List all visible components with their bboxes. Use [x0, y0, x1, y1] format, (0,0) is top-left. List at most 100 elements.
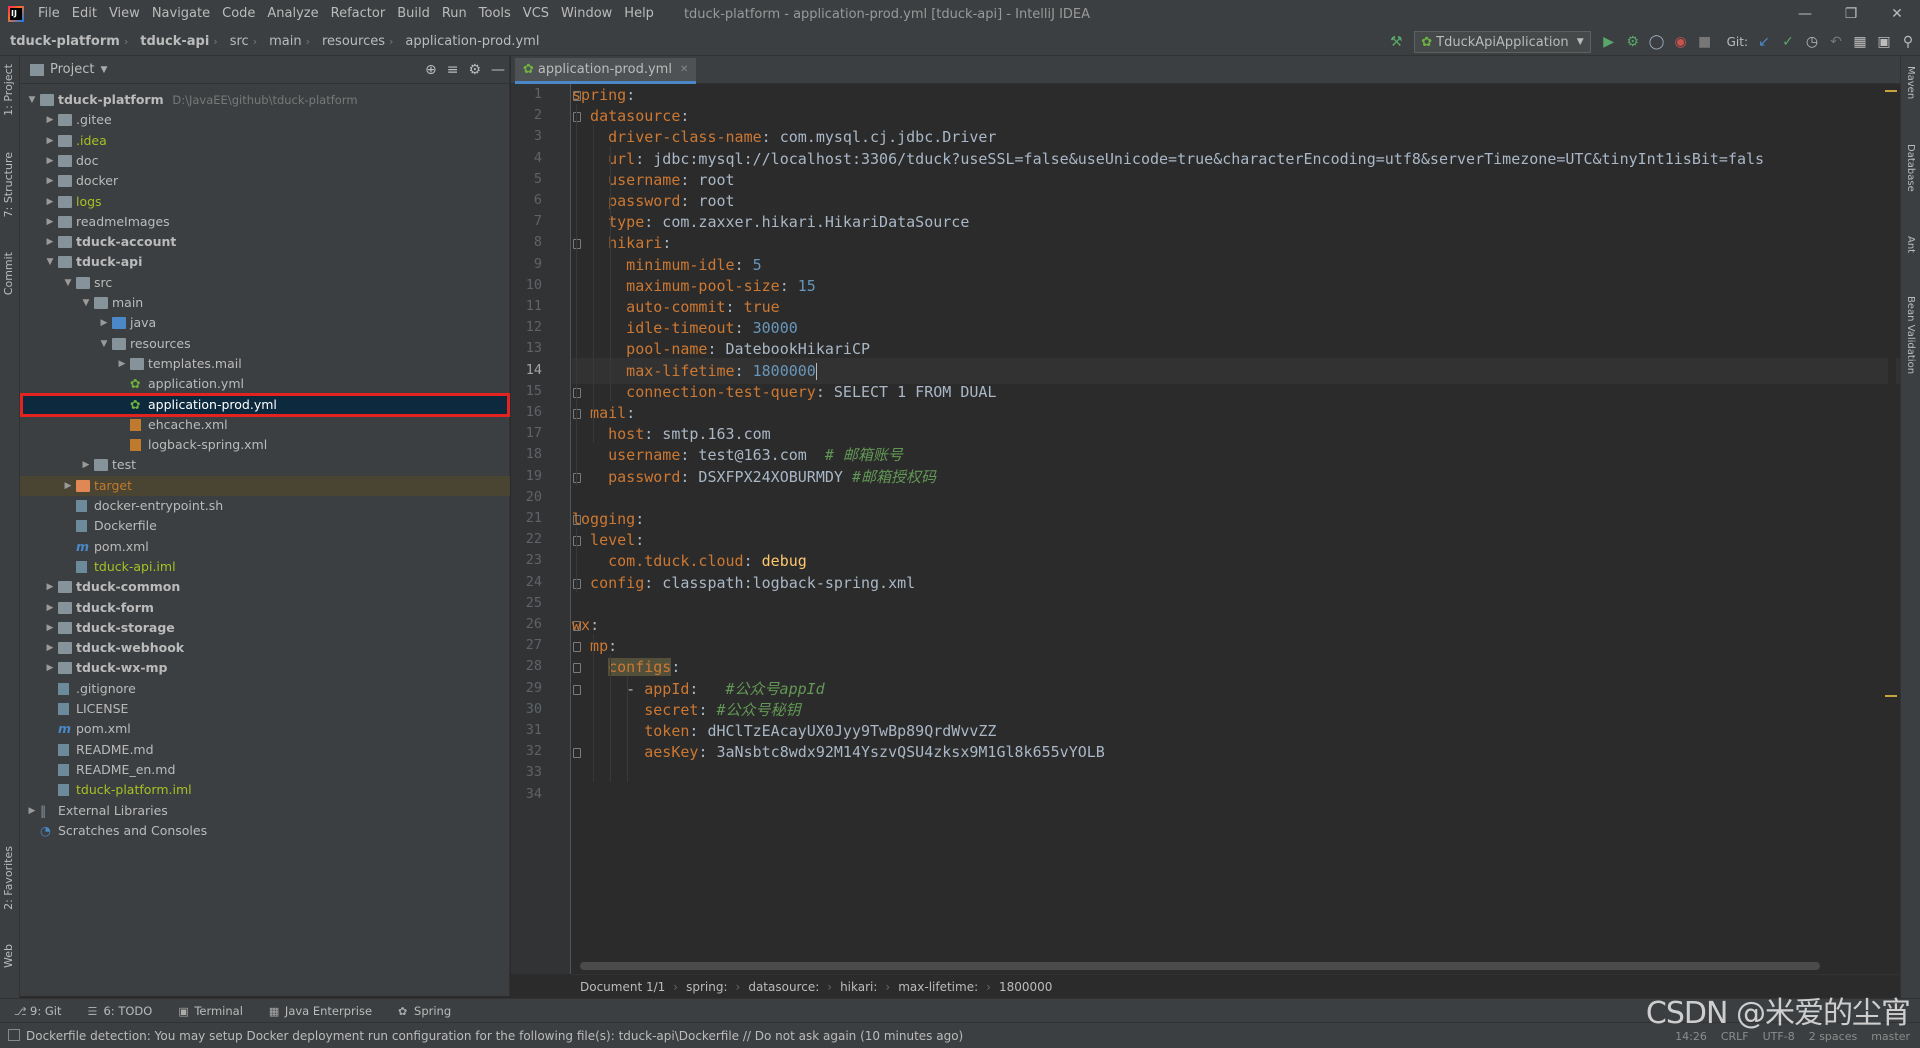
expand-arrow-closed-icon[interactable]: ▶	[44, 638, 56, 658]
tree-item[interactable]: ▶ tduck-webhook	[20, 638, 510, 658]
presentation-icon[interactable]: ▣	[1872, 30, 1896, 54]
stop-icon[interactable]: ■	[1693, 30, 1717, 54]
collapse-all-icon[interactable]: ≡	[447, 62, 459, 78]
gear-icon[interactable]: ⚙	[468, 62, 481, 78]
expand-arrow-closed-icon[interactable]: ▶	[44, 618, 56, 638]
menu-refactor[interactable]: Refactor	[325, 0, 392, 28]
bean-validation-tool-tab[interactable]: Bean Validation	[1905, 296, 1916, 374]
expand-arrow-closed-icon[interactable]: ▶	[62, 476, 74, 496]
error-stripe-mark[interactable]	[1885, 90, 1897, 92]
tool-window-spring[interactable]: ✿ Spring	[384, 1004, 463, 1018]
tool-window-terminal[interactable]: ▣ Terminal	[164, 1004, 255, 1018]
git-rollback-icon[interactable]: ↶	[1824, 30, 1848, 54]
tree-item[interactable]: ▶ tduck-wx-mp	[20, 658, 510, 678]
git-history-icon[interactable]: ◷	[1800, 30, 1824, 54]
menu-tools[interactable]: Tools	[473, 0, 517, 28]
tree-item[interactable]: ▶ docker	[20, 171, 510, 191]
tree-item[interactable]: tduck-platform.iml	[20, 780, 510, 800]
event-log-icon[interactable]	[8, 1029, 20, 1041]
tree-item[interactable]: ▼ tduck-platform D:\JavaEE\github\tduck-pl…	[20, 90, 510, 110]
expand-arrow-closed-icon[interactable]: ▶	[44, 232, 56, 252]
minimize-icon[interactable]: —	[1782, 0, 1828, 28]
tree-item[interactable]: docker-entrypoint.sh	[20, 496, 510, 516]
hide-panel-icon[interactable]: —	[491, 62, 505, 78]
git-update-icon[interactable]: ↙	[1752, 30, 1776, 54]
expand-arrow-closed-icon[interactable]: ▶	[44, 171, 56, 191]
editor-horizontal-scrollbar[interactable]	[580, 962, 1820, 970]
code-line[interactable]: password: DSXFPX24XOBURMDY #邮箱授权码	[572, 464, 936, 490]
tree-item[interactable]: ▶ .idea	[20, 131, 510, 151]
editor-breadcrumb-item[interactable]: max-lifetime:	[890, 980, 986, 994]
expand-arrow-closed-icon[interactable]: ▶	[44, 577, 56, 597]
expand-arrow-closed-icon[interactable]: ▶	[44, 192, 56, 212]
breadcrumb-item[interactable]: main	[259, 34, 303, 49]
menu-window[interactable]: Window	[555, 0, 618, 28]
run-configuration-select[interactable]: ✿ TduckApiApplication ▼	[1414, 31, 1591, 53]
project-panel-title[interactable]: Project	[50, 62, 94, 77]
tree-item[interactable]: ▼ src	[20, 273, 510, 293]
menu-help[interactable]: Help	[618, 0, 660, 28]
editor-breadcrumb-item[interactable]: datasource:	[740, 980, 827, 994]
breadcrumb-item[interactable]: resources	[312, 34, 387, 49]
tree-item[interactable]: README_en.md	[20, 760, 510, 780]
breadcrumb-item[interactable]: tduck-platform	[0, 34, 122, 49]
tree-item[interactable]: ▶ .gitee	[20, 110, 510, 130]
expand-arrow-closed-icon[interactable]: ▶	[44, 110, 56, 130]
expand-arrow-open-icon[interactable]: ▼	[62, 273, 74, 293]
code-editor[interactable]: spring: datasource: driver-class-name: c…	[572, 84, 1900, 974]
menu-run[interactable]: Run	[436, 0, 473, 28]
expand-arrow-open-icon[interactable]: ▼	[26, 90, 38, 110]
code-line[interactable]: url: jdbc:mysql://localhost:3306/tduck?u…	[572, 146, 1764, 172]
menu-file[interactable]: File	[32, 0, 66, 28]
favorites-tool-tab[interactable]: 2: Favorites	[2, 846, 15, 910]
tree-item[interactable]: ◔ Scratches and Consoles	[20, 821, 510, 841]
status-message[interactable]: Dockerfile detection: You may setup Dock…	[0, 1029, 963, 1043]
menu-code[interactable]: Code	[216, 0, 261, 28]
menu-build[interactable]: Build	[391, 0, 436, 28]
tree-item[interactable]: tduck-api.iml	[20, 557, 510, 577]
close-icon[interactable]: ✕	[1874, 0, 1920, 28]
menu-edit[interactable]: Edit	[66, 0, 103, 28]
breadcrumb-item[interactable]: application-prod.yml	[395, 34, 541, 49]
tree-item[interactable]: ▶ readmeImages	[20, 212, 510, 232]
editor-breadcrumb-item[interactable]: hikari:	[832, 980, 885, 994]
tree-item[interactable]: m pom.xml	[20, 719, 510, 739]
tree-item[interactable]: .gitignore	[20, 679, 510, 699]
search-icon[interactable]: ⚲	[1896, 30, 1920, 54]
menu-analyze[interactable]: Analyze	[261, 0, 324, 28]
maven-tool-tab[interactable]: Maven	[1905, 66, 1916, 99]
tree-item[interactable]: Dockerfile	[20, 516, 510, 536]
tool-window-java-enterprise[interactable]: ▦ Java Enterprise	[255, 1004, 384, 1018]
tree-item[interactable]: ▶ logs	[20, 192, 510, 212]
expand-arrow-closed-icon[interactable]: ▶	[98, 313, 110, 333]
run-icon[interactable]: ▶	[1597, 30, 1621, 54]
locate-icon[interactable]: ⊕	[425, 62, 437, 78]
tree-item[interactable]: ▼ main	[20, 293, 510, 313]
project-structure-icon[interactable]: ▦	[1848, 30, 1872, 54]
tool-window-6-todo[interactable]: ☰ 6: TODO	[73, 1004, 164, 1018]
editor-tab-application-prod-yml[interactable]: ✿ application-prod.yml ✕	[515, 58, 697, 84]
coverage-icon[interactable]: ◯	[1645, 30, 1669, 54]
restore-icon[interactable]: ❐	[1828, 0, 1874, 28]
breadcrumb-item[interactable]: tduck-api	[130, 34, 211, 49]
tree-item[interactable]: ▶ tduck-account	[20, 232, 510, 252]
expand-arrow-closed-icon[interactable]: ▶	[80, 455, 92, 475]
close-tab-icon[interactable]: ✕	[680, 64, 688, 75]
expand-arrow-open-icon[interactable]: ▼	[44, 252, 56, 272]
ant-tool-tab[interactable]: Ant	[1905, 236, 1916, 253]
code-line[interactable]: aesKey: 3aNsbtc8wdx92M14YszvQSU4zksx9M1G…	[572, 739, 1105, 765]
editor-breadcrumb-item[interactable]: spring:	[678, 980, 735, 994]
code-line[interactable]: config: classpath:logback-spring.xml	[572, 570, 915, 596]
tree-item[interactable]: ▶ target	[20, 475, 510, 496]
tool-window-9-git[interactable]: ⎇ 9: Git	[0, 1004, 73, 1018]
tree-item[interactable]: ▶ ‖ External Libraries	[20, 801, 510, 821]
code-line[interactable]: connection-test-query: SELECT 1 FROM DUA…	[572, 379, 996, 405]
menu-view[interactable]: View	[103, 0, 146, 28]
tree-item[interactable]: ▼ tduck-api	[20, 252, 510, 272]
editor-breadcrumb-item[interactable]: 1800000	[991, 980, 1060, 994]
tree-item[interactable]: ▶ test	[20, 455, 510, 475]
tree-item[interactable]: ▶ tduck-form	[20, 598, 510, 618]
tree-item[interactable]: ▼ resources	[20, 334, 510, 354]
editor-breadcrumb-item[interactable]: Document 1/1	[572, 980, 673, 994]
structure-tool-tab[interactable]: 7: Structure	[2, 152, 15, 217]
